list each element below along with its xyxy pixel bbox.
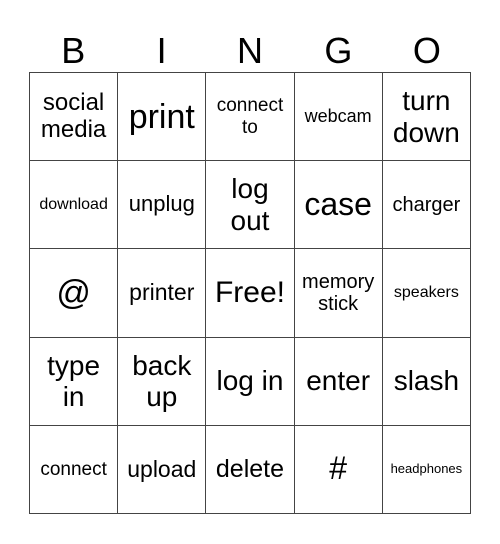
bingo-cell-text: turn down (392, 85, 460, 148)
bingo-cell-text: type in (47, 349, 101, 413)
bingo-cell[interactable]: unplug (117, 160, 207, 250)
header-letter-n: N (237, 30, 264, 71)
bingo-cell-text: download (39, 195, 108, 213)
bingo-cell-text: upload (127, 455, 197, 482)
bingo-cell-text: speakers (393, 284, 459, 302)
bingo-cell-text: connect (40, 458, 107, 480)
bingo-cell[interactable]: back up (117, 336, 207, 426)
bingo-cell-text: connect to (216, 95, 284, 138)
bingo-cell-text: log in (216, 365, 284, 397)
bingo-cell[interactable]: connect (28, 424, 119, 515)
bingo-cell[interactable]: @ (28, 248, 119, 338)
bingo-cell[interactable]: log in (205, 336, 295, 426)
bingo-cell-text: delete (215, 455, 285, 484)
bingo-cell[interactable]: slash (381, 336, 472, 426)
bingo-cell-text: unplug (128, 191, 195, 217)
bingo-cell-text: memory stick (302, 270, 375, 315)
bingo-row: connect upload delete # headphones (28, 424, 472, 515)
bingo-cell[interactable]: turn down (381, 71, 472, 162)
bingo-cell[interactable]: case (293, 160, 383, 250)
header-letter-g: G (324, 30, 353, 71)
bingo-cell-text: back up (132, 349, 192, 413)
header-letter-o: O (412, 30, 441, 71)
bingo-cell[interactable]: connect to (205, 71, 295, 162)
bingo-cell[interactable]: charger (381, 160, 472, 250)
header-letter-i: I (156, 30, 167, 71)
bingo-cell[interactable]: download (28, 160, 119, 250)
bingo-cell-text: headphones (390, 461, 463, 477)
bingo-cell-text: webcam (304, 106, 372, 127)
bingo-cell-text: @ (56, 273, 91, 312)
bingo-cell-text: Free! (214, 276, 285, 310)
bingo-cell[interactable]: upload (117, 424, 207, 515)
bingo-cell-text: # (329, 450, 348, 487)
bingo-cell-text: enter (306, 365, 371, 397)
bingo-cell[interactable]: webcam (293, 71, 383, 162)
bingo-row: social media print connect to webcam turn do… (28, 71, 472, 162)
bingo-cell-text: slash (393, 365, 460, 397)
bingo-cell-text: printer (129, 279, 195, 306)
bingo-cell-text: log out (230, 173, 270, 236)
bingo-cell[interactable]: log out (205, 160, 295, 250)
bingo-cell[interactable]: # (293, 424, 383, 515)
bingo-card: social media print connect to webcam turn do… (28, 71, 472, 515)
bingo-cell-text: print (128, 97, 195, 136)
bingo-cell[interactable]: speakers (381, 248, 472, 338)
bingo-cell-text: charger (392, 193, 461, 216)
bingo-row: download unplug log out case charger (28, 160, 472, 250)
bingo-row: type in back up log in enter slash (28, 336, 472, 426)
bingo-cell[interactable]: social media (28, 71, 119, 162)
header-letter-b: B (61, 30, 86, 71)
bingo-cell[interactable]: headphones (381, 424, 472, 515)
bingo-cell[interactable]: Free! (205, 248, 295, 338)
bingo-cell[interactable]: print (117, 71, 207, 162)
bingo-cell[interactable]: type in (28, 336, 119, 426)
bingo-cell-text: social media (40, 88, 107, 143)
bingo-cell[interactable]: printer (117, 248, 207, 338)
bingo-row: @ printer Free! memory stick speakers (28, 248, 472, 338)
bingo-header: B I N G O (29, 30, 471, 72)
bingo-cell-text: case (304, 185, 372, 222)
bingo-cell[interactable]: delete (205, 424, 295, 515)
bingo-cell[interactable]: memory stick (293, 248, 383, 338)
bingo-cell[interactable]: enter (293, 336, 383, 426)
